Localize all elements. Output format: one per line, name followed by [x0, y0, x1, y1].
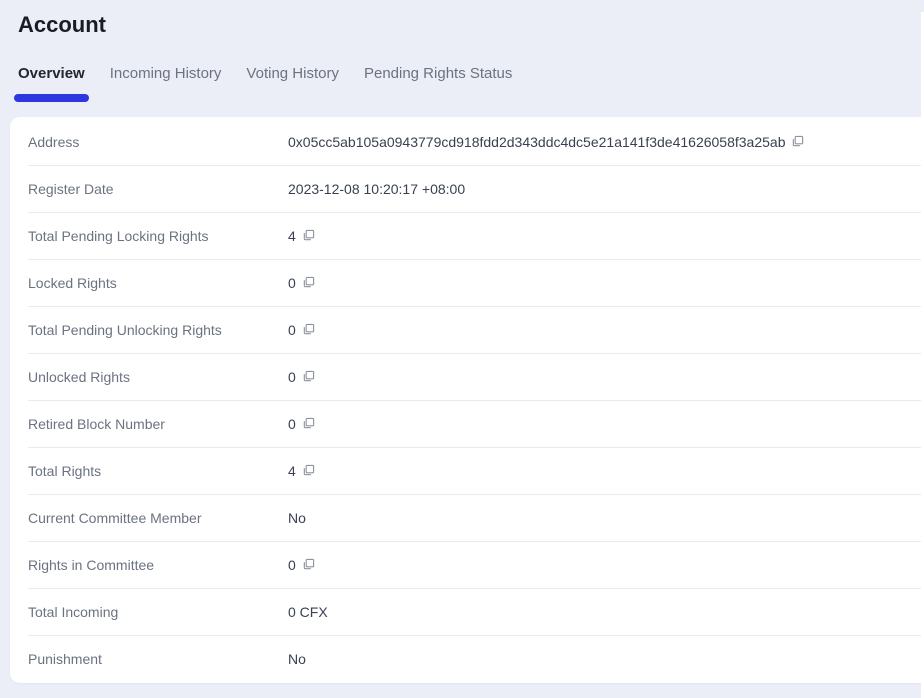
- row-value: 4: [288, 463, 296, 479]
- row-locked-rights: Locked Rights 0: [10, 259, 924, 306]
- row-label: Total Pending Locking Rights: [28, 228, 288, 244]
- row-total-rights: Total Rights 4: [10, 447, 924, 494]
- copy-icon[interactable]: [791, 135, 804, 148]
- row-value: No: [288, 510, 306, 526]
- row-value: No: [288, 651, 306, 667]
- account-overview-card: Address 0x05cc5ab105a0943779cd918fdd2d34…: [10, 117, 924, 683]
- row-punishment: Punishment No: [10, 635, 924, 682]
- row-unlocked-rights: Unlocked Rights 0: [10, 353, 924, 400]
- tab-label: Voting History: [246, 65, 339, 82]
- row-label: Retired Block Number: [28, 416, 288, 432]
- tab-incoming-history[interactable]: Incoming History: [110, 66, 222, 94]
- active-tab-indicator: [14, 94, 89, 102]
- row-value: 0: [288, 275, 296, 291]
- row-total-pending-unlocking-rights: Total Pending Unlocking Rights 0: [10, 306, 924, 353]
- row-value: 0: [288, 416, 296, 432]
- tab-label: Incoming History: [110, 65, 222, 82]
- copy-icon[interactable]: [302, 464, 315, 477]
- row-label: Unlocked Rights: [28, 369, 288, 385]
- row-current-committee-member: Current Committee Member No: [10, 494, 924, 541]
- row-label: Rights in Committee: [28, 557, 288, 573]
- tab-label: Pending Rights Status: [364, 65, 512, 82]
- row-label: Locked Rights: [28, 275, 288, 291]
- row-value: 4: [288, 228, 296, 244]
- tab-label: Overview: [18, 65, 85, 82]
- page-title: Account: [18, 12, 924, 38]
- copy-icon[interactable]: [302, 558, 315, 571]
- tab-overview[interactable]: Overview: [18, 66, 85, 94]
- row-label: Total Rights: [28, 463, 288, 479]
- copy-icon[interactable]: [302, 276, 315, 289]
- row-label: Total Incoming: [28, 604, 288, 620]
- row-total-incoming: Total Incoming 0 CFX: [10, 588, 924, 635]
- tab-bar: Overview Incoming History Voting History…: [18, 66, 924, 94]
- row-address: Address 0x05cc5ab105a0943779cd918fdd2d34…: [10, 118, 924, 165]
- row-label: Total Pending Unlocking Rights: [28, 322, 288, 338]
- row-value: 0x05cc5ab105a0943779cd918fdd2d343ddc4dc5…: [288, 134, 785, 150]
- row-value: 0: [288, 369, 296, 385]
- copy-icon[interactable]: [302, 323, 315, 336]
- row-retired-block-number: Retired Block Number 0: [10, 400, 924, 447]
- row-register-date: Register Date 2023-12-08 10:20:17 +08:00: [10, 165, 924, 212]
- row-label: Punishment: [28, 651, 288, 667]
- row-label: Current Committee Member: [28, 510, 288, 526]
- copy-icon[interactable]: [302, 370, 315, 383]
- copy-icon[interactable]: [302, 417, 315, 430]
- copy-icon[interactable]: [302, 229, 315, 242]
- row-value: 2023-12-08 10:20:17 +08:00: [288, 181, 465, 197]
- row-value: 0: [288, 322, 296, 338]
- row-value: 0 CFX: [288, 604, 328, 620]
- row-label: Register Date: [28, 181, 288, 197]
- tab-voting-history[interactable]: Voting History: [246, 66, 339, 94]
- row-rights-in-committee: Rights in Committee 0: [10, 541, 924, 588]
- row-value: 0: [288, 557, 296, 573]
- row-total-pending-locking-rights: Total Pending Locking Rights 4: [10, 212, 924, 259]
- row-label: Address: [28, 134, 288, 150]
- tab-pending-rights-status[interactable]: Pending Rights Status: [364, 66, 512, 94]
